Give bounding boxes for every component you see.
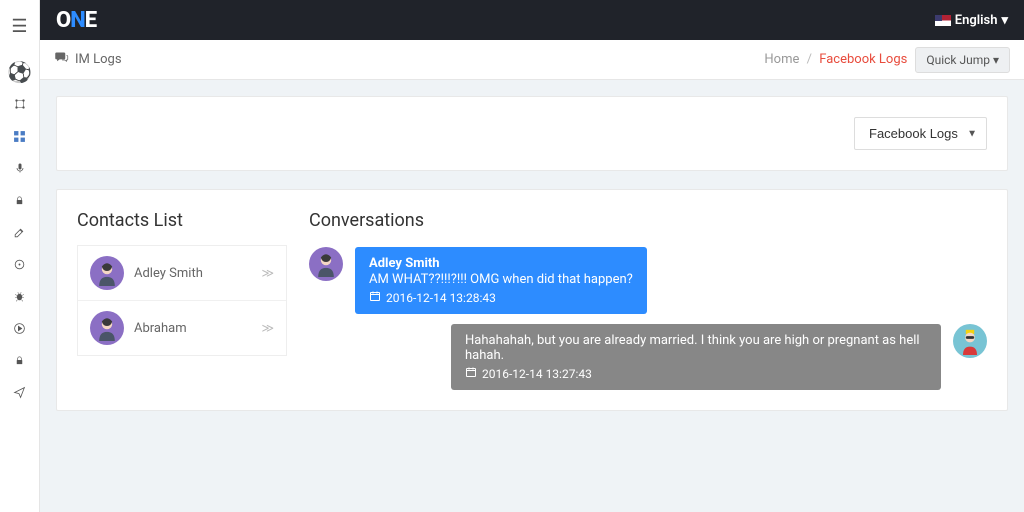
quick-jump-label: Quick Jump — [926, 53, 990, 67]
contacts-title: Contacts List — [77, 210, 287, 231]
chat-icon — [54, 50, 69, 69]
breadcrumb: Home / Facebook Logs — [764, 52, 907, 67]
breadcrumb-separator: / — [807, 52, 812, 67]
play-icon[interactable] — [0, 312, 40, 344]
chevron-right-icon: ≫ — [261, 321, 274, 335]
contact-name: Adley Smith — [134, 266, 251, 281]
language-selector[interactable]: English ▾ — [935, 13, 1008, 28]
message-bubble: Hahahahah, but you are already married. … — [451, 324, 941, 390]
target-icon[interactable] — [0, 248, 40, 280]
settings-icon[interactable] — [0, 88, 40, 120]
topbar: ONE English ▾ — [40, 0, 1024, 40]
main-content: Facebook Logs ▼ Contacts List Adley Smit… — [40, 80, 1024, 512]
breadcrumb-current: Facebook Logs — [819, 52, 907, 67]
lock-icon[interactable] — [0, 184, 40, 216]
contact-item[interactable]: Abraham ≫ — [78, 301, 286, 355]
app-logo[interactable]: ONE — [56, 8, 96, 33]
menu-toggle-icon[interactable]: ☰ — [0, 10, 40, 42]
message-sender: Adley Smith — [369, 256, 633, 271]
message-meta: 2016-12-14 13:27:43 — [465, 366, 927, 381]
avatar — [90, 256, 124, 290]
grid-icon[interactable] — [0, 120, 40, 152]
flag-icon — [935, 15, 951, 26]
message-timestamp: 2016-12-14 13:27:43 — [482, 367, 592, 381]
contact-item[interactable]: Adley Smith ≫ — [78, 246, 286, 301]
avatar — [309, 247, 343, 281]
log-type-select[interactable]: Facebook Logs — [854, 117, 987, 150]
conversations-title: Conversations — [309, 210, 987, 231]
logo-part-3: E — [85, 8, 96, 33]
contact-name: Abraham — [134, 321, 251, 336]
message-bubble: Adley Smith AM WHAT??!!!?!!! OMG when di… — [355, 247, 647, 314]
sidebar-nav: ☰ ⚽ — [0, 0, 40, 512]
message-text: Hahahahah, but you are already married. … — [465, 333, 927, 363]
caret-down-icon: ▾ — [1001, 13, 1008, 28]
quick-jump-button[interactable]: Quick Jump ▾ — [915, 47, 1010, 73]
filter-card: Facebook Logs ▼ — [56, 96, 1008, 171]
message-row-incoming: Adley Smith AM WHAT??!!!?!!! OMG when di… — [309, 247, 987, 314]
message-list: Adley Smith AM WHAT??!!!?!!! OMG when di… — [309, 245, 987, 390]
breadcrumb-home[interactable]: Home — [764, 52, 799, 67]
dashboard-icon[interactable]: ⚽ — [0, 56, 40, 88]
language-label: English — [955, 13, 998, 28]
message-meta: 2016-12-14 13:28:43 — [369, 290, 633, 305]
contacts-panel: Contacts List Adley Smith ≫ Abraham — [77, 210, 287, 390]
bug-icon[interactable] — [0, 280, 40, 312]
padlock-icon[interactable] — [0, 344, 40, 376]
calendar-icon — [369, 290, 381, 305]
caret-down-icon: ▾ — [993, 53, 999, 67]
chevron-right-icon: ≫ — [261, 266, 274, 280]
message-text: AM WHAT??!!!?!!! OMG when did that happe… — [369, 272, 633, 287]
message-row-outgoing: Hahahahah, but you are already married. … — [309, 324, 987, 390]
contacts-list: Adley Smith ≫ Abraham ≫ — [77, 245, 287, 356]
conversations-panel: Conversations Adley Smith AM WHAT??!!!?!… — [309, 210, 987, 390]
send-icon[interactable] — [0, 376, 40, 408]
subheader: IM Logs Home / Facebook Logs Quick Jump … — [40, 40, 1024, 80]
message-timestamp: 2016-12-14 13:28:43 — [386, 291, 496, 305]
avatar — [90, 311, 124, 345]
logo-part-1: O — [56, 8, 70, 33]
calendar-icon — [465, 366, 477, 381]
logo-part-2: N — [70, 8, 85, 33]
page-title: IM Logs — [75, 52, 122, 67]
avatar — [953, 324, 987, 358]
logs-card: Contacts List Adley Smith ≫ Abraham — [56, 189, 1008, 411]
edit-icon[interactable] — [0, 216, 40, 248]
mic-icon[interactable] — [0, 152, 40, 184]
